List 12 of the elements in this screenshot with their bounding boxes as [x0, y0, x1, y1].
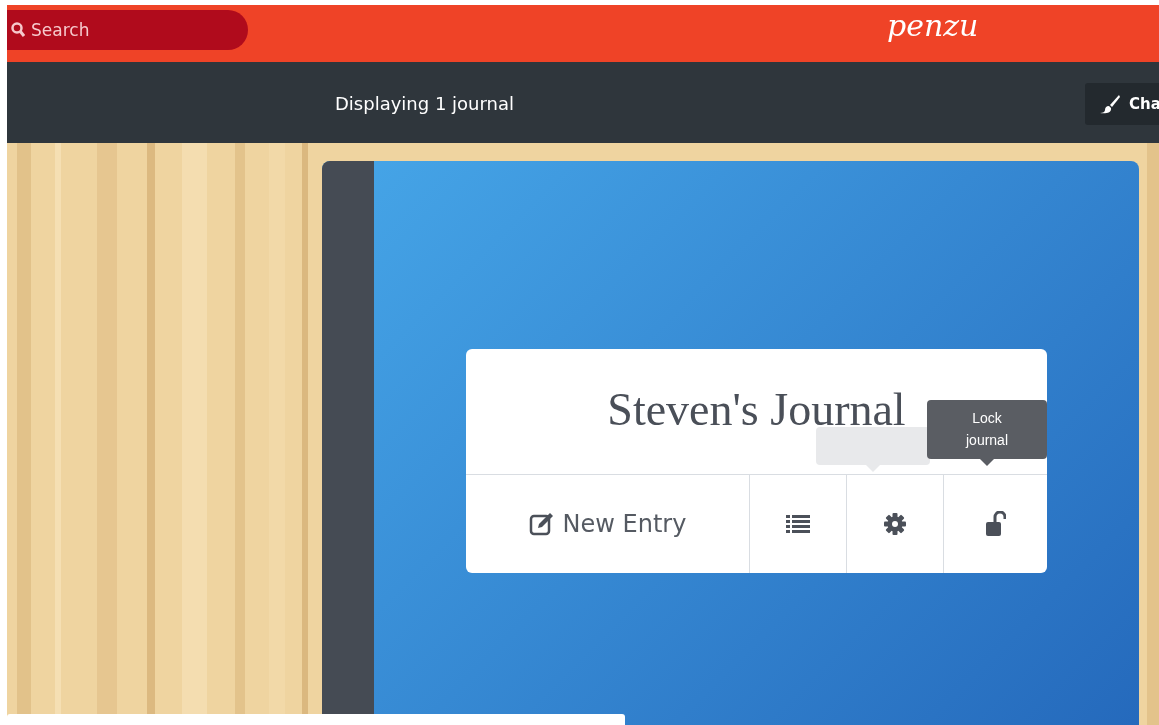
list-icon: [786, 514, 810, 534]
journal-cover[interactable]: Steven's Journal New Entry Lock journal: [322, 161, 1139, 725]
status-text: Displaying 1 journal: [335, 92, 515, 116]
gear-icon: [884, 513, 906, 535]
logo[interactable]: penzu: [887, 11, 979, 41]
journal-title: Steven's Journal: [607, 387, 906, 433]
unlocked-padlock-icon: [985, 511, 1006, 537]
tooltip-arrow: [980, 459, 994, 467]
theme-button[interactable]: Cha: [1085, 83, 1159, 125]
new-entry-button[interactable]: New Entry: [466, 475, 749, 573]
edit-icon: [528, 512, 555, 536]
search-field[interactable]: Search: [7, 10, 248, 50]
